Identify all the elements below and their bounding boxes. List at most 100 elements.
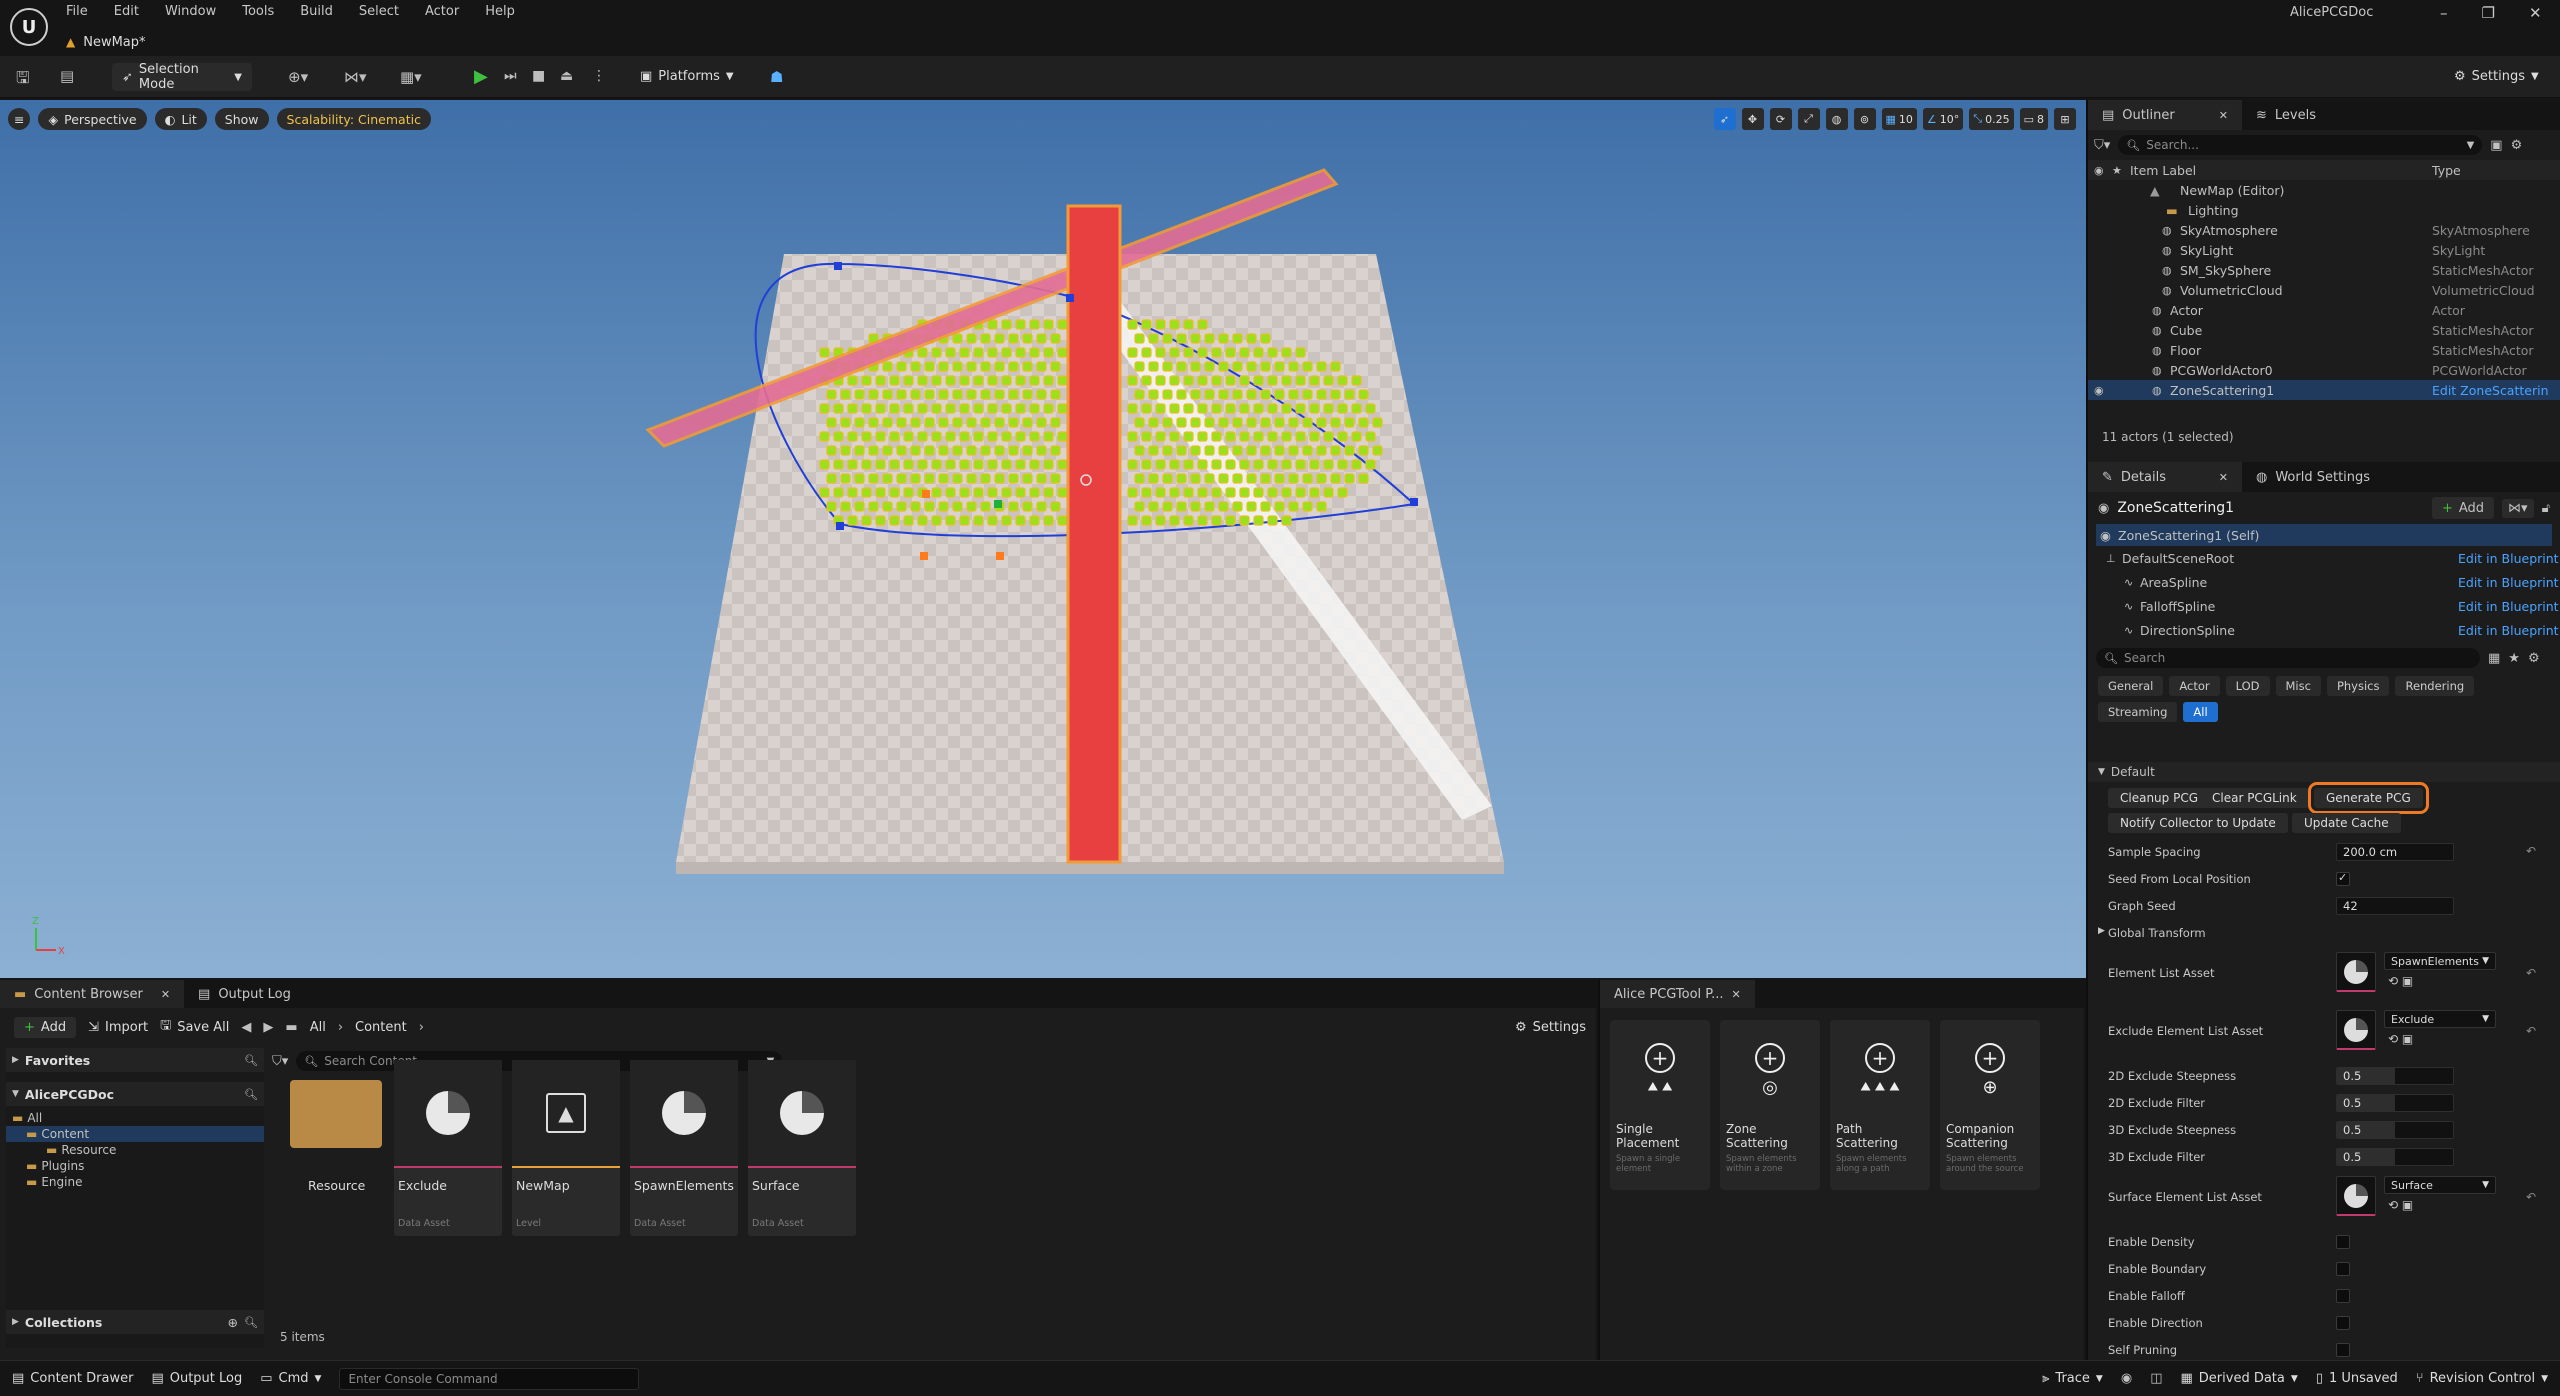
component-row[interactable]: ∿ DirectionSpline Edit in Blueprint — [2088, 618, 2560, 642]
tree-item-content[interactable]: ▬ Content — [6, 1126, 264, 1142]
category-general[interactable]: General — [2098, 676, 2164, 696]
pcg-tool-path-scattering[interactable]: + ⯅⯅⯅ Path Scattering Spawn elements along … — [1830, 1020, 1930, 1190]
category-actor[interactable]: Actor — [2169, 676, 2220, 696]
outliner-row[interactable]: ◍ Cube StaticMeshActor — [2088, 320, 2560, 340]
forward-icon[interactable]: ▶ — [263, 1020, 273, 1035]
asset-tile[interactable]: Surface Data Asset — [748, 1060, 856, 1236]
outliner-row[interactable]: ◍ SkyAtmosphere SkyAtmosphere — [2088, 220, 2560, 240]
tree-row-root[interactable]: ▲ NewMap (Editor) — [2088, 180, 2560, 200]
exclude-list-thumbnail[interactable] — [2336, 1010, 2376, 1050]
tree-item-resource[interactable]: ▬ Resource — [6, 1142, 264, 1158]
unreal-logo-icon[interactable]: U — [10, 8, 48, 46]
favorites-header[interactable]: ▶ Favorites 🔍︎ — [6, 1048, 264, 1072]
add-folder-icon[interactable]: ▣ — [2490, 138, 2502, 153]
outliner-row[interactable]: ◉ ◍ ZoneScattering1 Edit ZoneScatterin — [2088, 380, 2560, 400]
reset-icon[interactable]: ↶ — [2526, 844, 2536, 858]
gear-icon[interactable]: ⚙ — [2511, 138, 2523, 153]
outliner-search-input[interactable]: Search... — [2146, 138, 2199, 152]
asset-tile[interactable]: Exclude Data Asset — [394, 1060, 502, 1236]
tab-output-log[interactable]: ▤ Output Log — [184, 980, 305, 1008]
project-header[interactable]: ▼ AlicePCGDoc 🔍︎ — [6, 1082, 264, 1106]
derived-data-button[interactable]: ▦ Derived Data ▼ — [2180, 1371, 2297, 1386]
edit-blueprint-link[interactable]: Edit in Blueprint — [2458, 599, 2559, 614]
pcg-tool-companion-scattering[interactable]: + ⊕ Companion Scattering Spawn elements aro… — [1940, 1020, 2040, 1190]
category-all[interactable]: All — [2183, 702, 2218, 722]
component-row[interactable]: ∿ FalloffSpline Edit in Blueprint — [2088, 594, 2560, 618]
search-icon[interactable]: 🔍︎ — [244, 1088, 258, 1101]
outliner-row[interactable]: ◍ Actor Actor — [2088, 300, 2560, 320]
record-icon[interactable]: ◉ — [2121, 1371, 2132, 1386]
enable-direction-checkbox[interactable] — [2336, 1316, 2350, 1330]
ex2d-steep-slider[interactable]: 0.5 — [2336, 1067, 2454, 1085]
component-self[interactable]: ◉ ZoneScattering1 (Self) — [2096, 524, 2552, 546]
save-all-button[interactable]: 🖫 Save All — [160, 1016, 229, 1038]
ex2d-filter-slider[interactable]: 0.5 — [2336, 1094, 2454, 1112]
outliner-row[interactable]: ◍ VolumetricCloud VolumetricCloud — [2088, 280, 2560, 300]
document-tab[interactable]: ▲ NewMap* — [66, 30, 146, 54]
add-collection-icon[interactable]: ⊕ — [228, 1315, 238, 1330]
menu-edit[interactable]: Edit — [114, 4, 139, 19]
category-physics[interactable]: Physics — [2326, 676, 2390, 696]
camera-speed-button[interactable]: ▭ 8 — [2019, 108, 2048, 130]
folder-tile[interactable]: Resource — [282, 1060, 390, 1236]
category-rendering[interactable]: Rendering — [2395, 676, 2475, 696]
element-list-picker[interactable]: SpawnElements ▼ — [2384, 952, 2496, 970]
edit-blueprint-link[interactable]: Edit in Blueprint — [2458, 623, 2559, 638]
settings-button[interactable]: ⚙ Settings ▼ — [2454, 69, 2539, 84]
cleanup-pcg-button[interactable]: Cleanup PCG — [2108, 788, 2211, 808]
browse-asset-icon[interactable]: ⟲ ▣ — [2388, 1032, 2413, 1046]
category-lod[interactable]: LOD — [2225, 676, 2270, 696]
update-cache-button[interactable]: Update Cache — [2292, 813, 2401, 833]
cb-settings-button[interactable]: ⚙ Settings — [1515, 1020, 1586, 1035]
play-icon[interactable]: ▶ — [474, 66, 488, 87]
show-button[interactable]: Show — [214, 108, 269, 130]
asset-tile[interactable]: SpawnElements Data Asset — [630, 1060, 738, 1236]
close-icon[interactable]: ✕ — [1732, 988, 1741, 1001]
select-tool-icon[interactable]: ➶ — [1713, 108, 1736, 130]
outliner-search-box[interactable]: 🔍︎ Search... ▼ — [2118, 135, 2483, 155]
menu-select[interactable]: Select — [359, 4, 399, 19]
edit-blueprint-link[interactable]: Edit in Blueprint — [2458, 575, 2559, 590]
enable-boundary-checkbox[interactable] — [2336, 1262, 2350, 1276]
breadcrumb-content[interactable]: Content — [355, 1020, 407, 1035]
eject-icon[interactable]: ⏏ — [560, 68, 573, 84]
tree-item-all[interactable]: ▬ All — [6, 1110, 264, 1126]
reset-icon[interactable]: ↶ — [2526, 1024, 2536, 1038]
asset-tile[interactable]: ▲ NewMap Level — [512, 1060, 620, 1236]
edit-blueprint-link[interactable]: Edit in Blueprint — [2458, 551, 2559, 566]
browse-icon[interactable]: ▤ — [60, 67, 74, 85]
category-streaming[interactable]: Streaming — [2098, 702, 2178, 722]
revision-control-button[interactable]: ⑂ Revision Control ▼ — [2416, 1371, 2548, 1386]
clear-pcglink-button[interactable]: Clear PCGLink — [2200, 788, 2309, 808]
tree-row-folder[interactable]: ▬ Lighting — [2088, 200, 2560, 220]
seed-local-checkbox[interactable] — [2336, 871, 2350, 886]
category-misc[interactable]: Misc — [2275, 676, 2321, 696]
tab-levels[interactable]: ≋ Levels — [2242, 100, 2330, 130]
blueprint-icon[interactable]: ⋈▾ — [2502, 498, 2534, 518]
reset-icon[interactable]: ↶ — [2526, 1190, 2536, 1204]
reset-icon[interactable]: ↶ — [2526, 966, 2536, 980]
breadcrumb-all[interactable]: All — [310, 1020, 326, 1035]
restore-icon[interactable]: ❐ — [2482, 4, 2495, 22]
unsaved-button[interactable]: ▯ 1 Unsaved — [2316, 1371, 2398, 1386]
world-space-icon[interactable]: ◍ — [1825, 108, 1848, 130]
rotate-tool-icon[interactable]: ⟳ — [1769, 108, 1792, 130]
grid-view-icon[interactable]: ▦ — [2488, 651, 2500, 666]
graph-seed-input[interactable]: 42 — [2336, 897, 2454, 915]
outliner-row[interactable]: ◍ SkyLight SkyLight — [2088, 240, 2560, 260]
component-row[interactable]: ⊥ DefaultSceneRoot Edit in Blueprint — [2088, 546, 2560, 570]
surface-snap-icon[interactable]: ⊚ — [1853, 108, 1876, 130]
console-input[interactable]: Enter Console Command — [339, 1367, 640, 1390]
trace-button[interactable]: ⫸ Trace ▼ — [2042, 1371, 2103, 1386]
minimize-icon[interactable]: – — [2440, 4, 2448, 22]
menu-file[interactable]: File — [66, 4, 88, 19]
component-row[interactable]: ∿ AreaSpline Edit in Blueprint — [2088, 570, 2560, 594]
tab-content-browser[interactable]: ▬ Content Browser ✕ — [0, 980, 185, 1008]
details-search-box[interactable]: 🔍︎ Search — [2096, 648, 2480, 668]
layout-icon[interactable]: ⊞ — [2054, 108, 2076, 130]
stop-icon[interactable]: ■ — [532, 68, 545, 84]
grid-snap-button[interactable]: ▦ 10 — [1881, 108, 1917, 130]
menu-actor[interactable]: Actor — [425, 4, 459, 19]
lit-button[interactable]: ◐ Lit — [154, 108, 207, 130]
outliner-row[interactable]: ◍ PCGWorldActor0 PCGWorldActor — [2088, 360, 2560, 380]
